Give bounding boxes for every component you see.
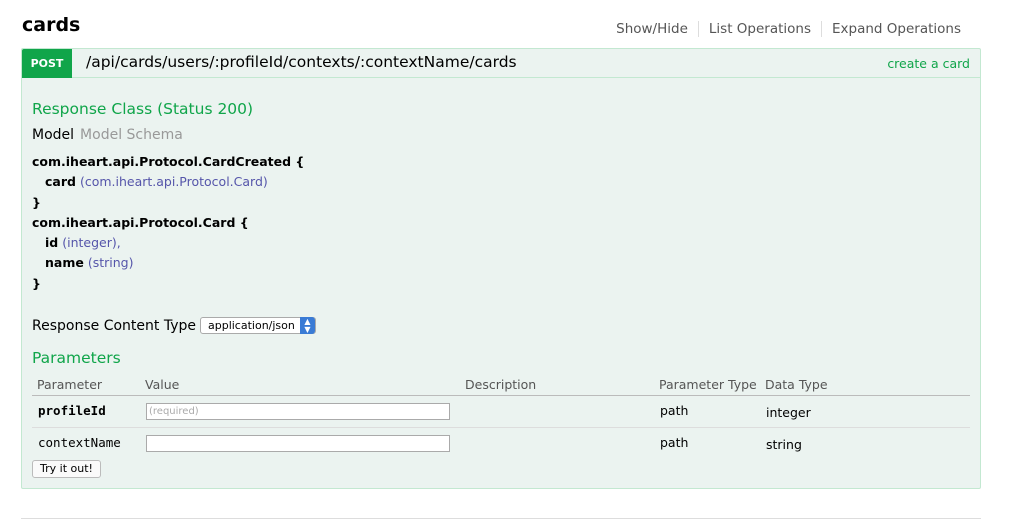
- field-line: card (com.iheart.api.Protocol.Card): [32, 172, 304, 192]
- table-row: contextName path string: [32, 428, 970, 460]
- response-content-type-label: Response Content Type: [32, 317, 196, 334]
- col-parameter-type: Parameter Type: [659, 377, 757, 392]
- col-description: Description: [465, 377, 537, 392]
- resource-actions: Show/Hide List Operations Expand Operati…: [606, 21, 971, 37]
- data-type: integer: [766, 405, 811, 420]
- response-class-title: Response Class (Status 200): [32, 100, 254, 118]
- expand-operations-link[interactable]: Expand Operations: [821, 21, 971, 37]
- select-arrows-icon: ▲ ▼: [299, 317, 315, 334]
- model-signature: com.iheart.api.Protocol.CardCreated { ca…: [32, 152, 304, 294]
- parameters-title: Parameters: [32, 349, 121, 367]
- resource-title[interactable]: cards: [22, 14, 80, 36]
- field-type: (com.iheart.api.Protocol.Card): [79, 174, 268, 190]
- param-type: path: [660, 435, 689, 450]
- profile-id-input[interactable]: [146, 403, 450, 420]
- content-type-selected: application/json: [207, 319, 295, 332]
- table-header: Parameter Value Description Parameter Ty…: [32, 375, 970, 396]
- col-parameter: Parameter: [37, 377, 103, 392]
- field-line: name (string): [32, 253, 304, 273]
- col-data-type: Data Type: [765, 377, 828, 392]
- param-name: profileId: [38, 403, 106, 418]
- try-it-out-button[interactable]: Try it out!: [32, 460, 101, 478]
- field-line: id (integer),: [32, 233, 304, 253]
- list-operations-link[interactable]: List Operations: [697, 21, 821, 37]
- param-type: path: [660, 403, 689, 418]
- table-row: profileId path integer: [32, 396, 970, 428]
- response-content-type: Response Content Type application/json ▲…: [32, 317, 316, 334]
- field-type: (string): [87, 255, 134, 271]
- operation-heading[interactable]: POST /api/cards/users/:profileId/context…: [22, 49, 980, 78]
- divider: [21, 518, 981, 519]
- operation-summary[interactable]: create a card: [887, 56, 970, 71]
- class-header: com.iheart.api.Protocol.CardCreated {: [32, 154, 305, 169]
- field-name: id: [45, 235, 59, 251]
- class-close: }: [32, 275, 41, 291]
- content-type-select[interactable]: application/json ▲ ▼: [199, 317, 316, 334]
- tab-model[interactable]: Model: [32, 127, 74, 143]
- class-header: com.iheart.api.Protocol.Card {: [32, 214, 249, 230]
- context-name-input[interactable]: [146, 435, 450, 452]
- operation-panel: POST /api/cards/users/:profileId/context…: [21, 48, 981, 489]
- show-hide-link[interactable]: Show/Hide: [606, 21, 698, 37]
- model-tabs: Model Model Schema: [32, 127, 183, 143]
- operation-path[interactable]: /api/cards/users/:profileId/contexts/:co…: [86, 53, 517, 71]
- parameters-table: Parameter Value Description Parameter Ty…: [32, 375, 970, 460]
- tab-model-schema[interactable]: Model Schema: [80, 127, 183, 143]
- class-close: }: [32, 194, 41, 210]
- field-type: (integer),: [62, 235, 121, 251]
- data-type: string: [766, 437, 802, 452]
- col-value: Value: [145, 377, 180, 392]
- http-method-badge[interactable]: POST: [22, 49, 72, 78]
- param-name: contextName: [38, 435, 121, 450]
- field-name: card: [45, 174, 76, 190]
- field-name: name: [45, 255, 84, 271]
